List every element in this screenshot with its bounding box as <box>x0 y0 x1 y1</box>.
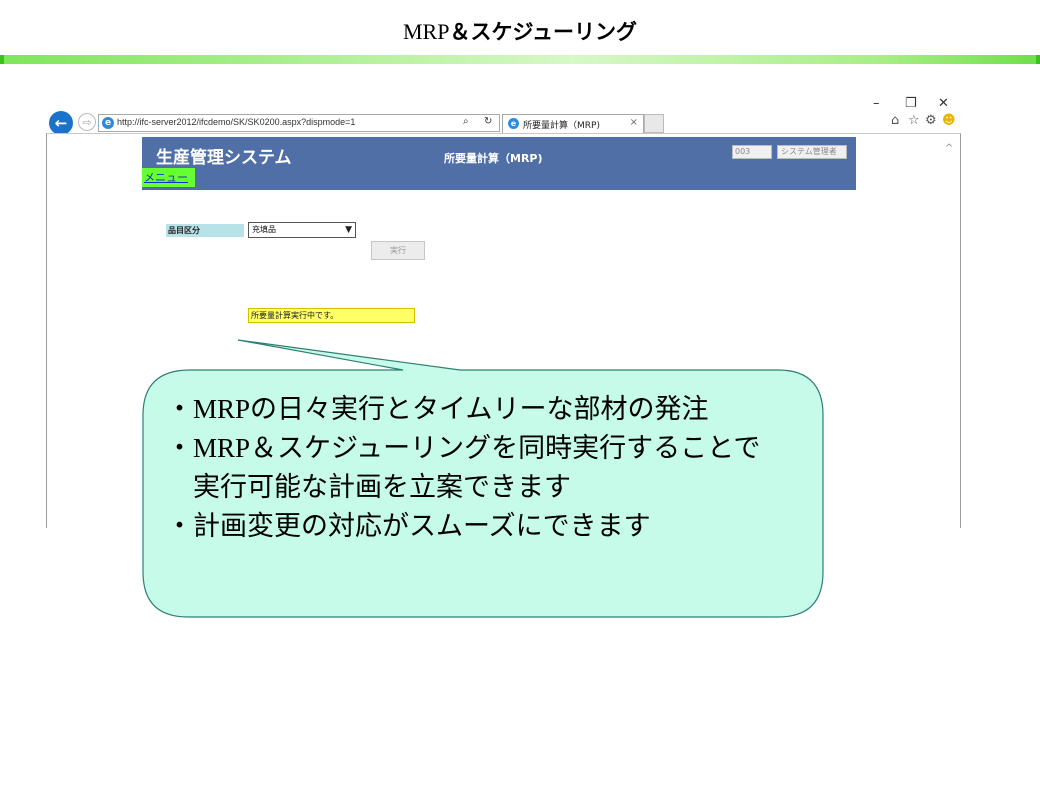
callout-line-2: ・MRP＆スケジューリングを同時実行することで <box>166 433 761 464</box>
callout-line-3: 実行可能な計画を立案できます <box>166 472 571 503</box>
callout-text: ・MRPの日々実行とタイムリーな部材の発注 ・MRP＆スケジューリングを同時実行… <box>166 390 816 546</box>
callout-line-1: ・MRPの日々実行とタイムリーな部材の発注 <box>166 394 709 425</box>
callout-line-4: ・計画変更の対応がスムーズにできます <box>166 511 651 542</box>
